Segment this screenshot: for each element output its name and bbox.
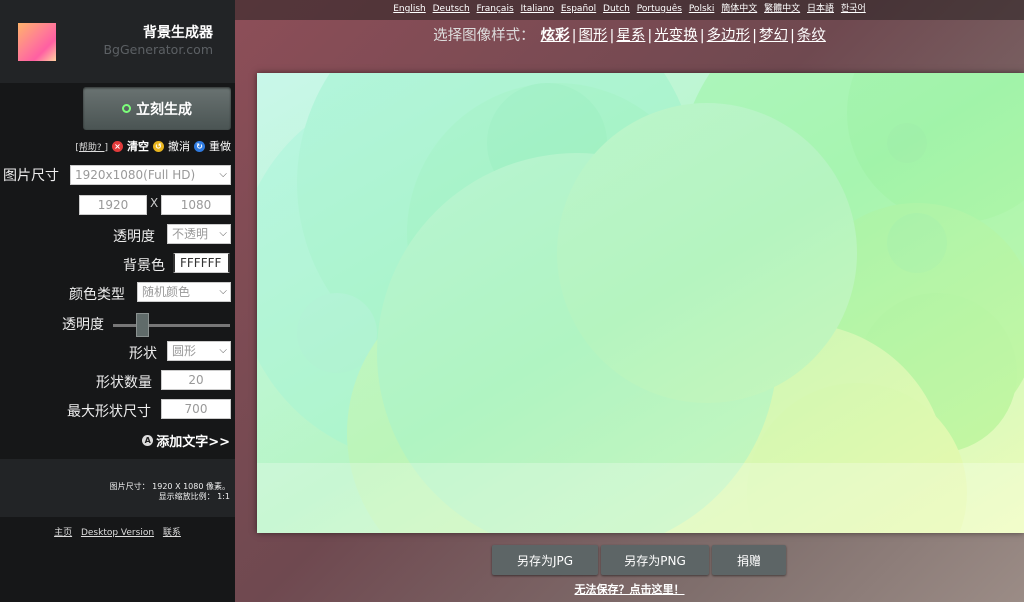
max-size-label: 最大形状尺寸: [67, 404, 151, 420]
main-area: English Deutsch Français Italiano Españo…: [235, 0, 1024, 602]
footer-links: 主页 Desktop Version 联系: [0, 525, 235, 538]
footer-link-desktop[interactable]: Desktop Version: [81, 528, 154, 538]
style-separator: |: [699, 28, 705, 44]
style-option-colorful[interactable]: 炫彩: [541, 28, 570, 44]
style-selector-label: 选择图像样式：: [433, 28, 535, 44]
redo-button[interactable]: 重做: [209, 138, 231, 154]
donate-button[interactable]: 捐赠: [712, 545, 786, 575]
opacity-slider-thumb[interactable]: [135, 313, 149, 337]
clear-icon[interactable]: ×: [112, 140, 123, 152]
save-png-button[interactable]: 另存为PNG: [601, 545, 709, 575]
chevron-down-icon: ⌵: [219, 345, 227, 356]
style-option-stripes[interactable]: 条纹: [797, 28, 826, 44]
lang-korean[interactable]: 한국어: [841, 4, 866, 14]
style-separator: |: [571, 28, 577, 44]
style-separator: |: [752, 28, 758, 44]
lang-japanese[interactable]: 日本語: [807, 4, 834, 14]
opacity-slider-track[interactable]: [113, 324, 230, 327]
save-actions: 另存为JPG 另存为PNG 捐赠: [492, 545, 786, 575]
color-type-value: 随机颜色: [142, 285, 191, 299]
generate-button-label: 立刻生成: [136, 101, 192, 118]
color-type-label: 颜色类型: [69, 287, 125, 303]
language-bar: English Deutsch Français Italiano Españo…: [235, 0, 1024, 20]
style-option-galaxy[interactable]: 星系: [616, 28, 645, 44]
image-size-label: 图片尺寸: [3, 168, 59, 184]
style-separator: |: [609, 28, 615, 44]
preview-canvas[interactable]: [257, 73, 1024, 533]
style-separator: |: [647, 28, 653, 44]
app-subtitle: BgGenerator.com: [103, 42, 213, 57]
lang-english[interactable]: English: [393, 4, 426, 14]
edit-toolbar: [帮助? ] × 清空 ↺ 撤消 ↻ 重做: [75, 138, 231, 154]
width-input[interactable]: 1920: [79, 195, 147, 215]
sidebar: 背景生成器 BgGenerator.com 立刻生成 [帮助? ] × 清空 ↺…: [0, 0, 235, 602]
lang-francais[interactable]: Français: [477, 4, 514, 14]
footer-link-contact[interactable]: 联系: [163, 528, 181, 538]
height-input[interactable]: 1080: [161, 195, 231, 215]
style-option-light[interactable]: 光变换: [654, 28, 698, 44]
play-icon: [122, 104, 131, 113]
image-size-value: 1920x1080(Full HD): [75, 168, 196, 182]
redo-icon[interactable]: ↻: [194, 140, 205, 152]
lang-zh-simplified[interactable]: 簡体中文: [721, 4, 757, 14]
slider-label: 透明度: [62, 317, 104, 333]
size-info-panel: 图片尺寸： 1920 X 1080 像素。 显示缩放比例： 1:1: [0, 459, 235, 517]
lang-dutch[interactable]: Dutch: [603, 4, 630, 14]
max-size-input[interactable]: 700: [161, 399, 231, 419]
clear-button[interactable]: 清空: [127, 138, 149, 154]
add-text-button[interactable]: A 添加文字>>: [142, 431, 230, 450]
shape-count-label: 形状数量: [96, 375, 152, 391]
footer-link-home[interactable]: 主页: [54, 528, 72, 538]
chevron-down-icon: ⌵: [219, 228, 227, 239]
help-link[interactable]: [帮助? ]: [75, 140, 108, 153]
lang-italiano[interactable]: Italiano: [521, 4, 554, 14]
style-selector: 选择图像样式： 炫彩 | 图形 | 星系 | 光变换 | 多边形 | 梦幻 | 条纹: [235, 24, 1024, 45]
generate-button[interactable]: 立刻生成: [83, 87, 231, 130]
style-option-polygon[interactable]: 多边形: [707, 28, 751, 44]
shape-label: 形状: [129, 346, 157, 362]
save-jpg-button[interactable]: 另存为JPG: [492, 545, 598, 575]
undo-button[interactable]: 撤消: [168, 138, 190, 154]
chevron-down-icon: ⌵: [219, 286, 227, 297]
size-separator: X: [150, 196, 159, 210]
image-size-select[interactable]: 1920x1080(Full HD) ⌵: [70, 165, 231, 185]
app-title: 背景生成器: [143, 25, 213, 41]
cannot-save-link[interactable]: 无法保存？点击这里！: [235, 581, 1024, 597]
shape-count-input[interactable]: 20: [161, 370, 231, 390]
add-text-label: 添加文字>>: [156, 435, 230, 450]
shape-select[interactable]: 圆形 ⌵: [167, 341, 231, 361]
lang-zh-traditional[interactable]: 繁體中文: [764, 4, 800, 14]
style-option-shapes[interactable]: 图形: [578, 28, 607, 44]
brand-header: 背景生成器 BgGenerator.com: [0, 0, 235, 83]
opacity-select[interactable]: 不透明 ⌵: [167, 224, 231, 244]
opacity-label: 透明度: [113, 229, 155, 245]
lang-portugues[interactable]: Português: [637, 4, 682, 14]
text-icon: A: [142, 435, 154, 446]
opacity-value: 不透明: [172, 227, 209, 241]
app-logo[interactable]: [18, 23, 56, 61]
undo-icon[interactable]: ↺: [153, 140, 164, 152]
generated-background: [257, 73, 1024, 533]
lang-espanol[interactable]: Español: [561, 4, 596, 14]
chevron-down-icon: ⌵: [219, 169, 227, 180]
shape-value: 圆形: [172, 344, 197, 358]
bg-color-input[interactable]: FFFFFF: [173, 253, 230, 273]
style-separator: |: [790, 28, 795, 44]
color-type-select[interactable]: 随机颜色 ⌵: [137, 282, 231, 302]
lang-deutsch[interactable]: Deutsch: [433, 4, 470, 14]
size-info-line2: 显示缩放比例： 1:1: [158, 492, 230, 501]
style-option-dream[interactable]: 梦幻: [759, 28, 788, 44]
bg-color-label: 背景色: [123, 258, 165, 274]
lang-polski[interactable]: Polski: [689, 4, 715, 14]
